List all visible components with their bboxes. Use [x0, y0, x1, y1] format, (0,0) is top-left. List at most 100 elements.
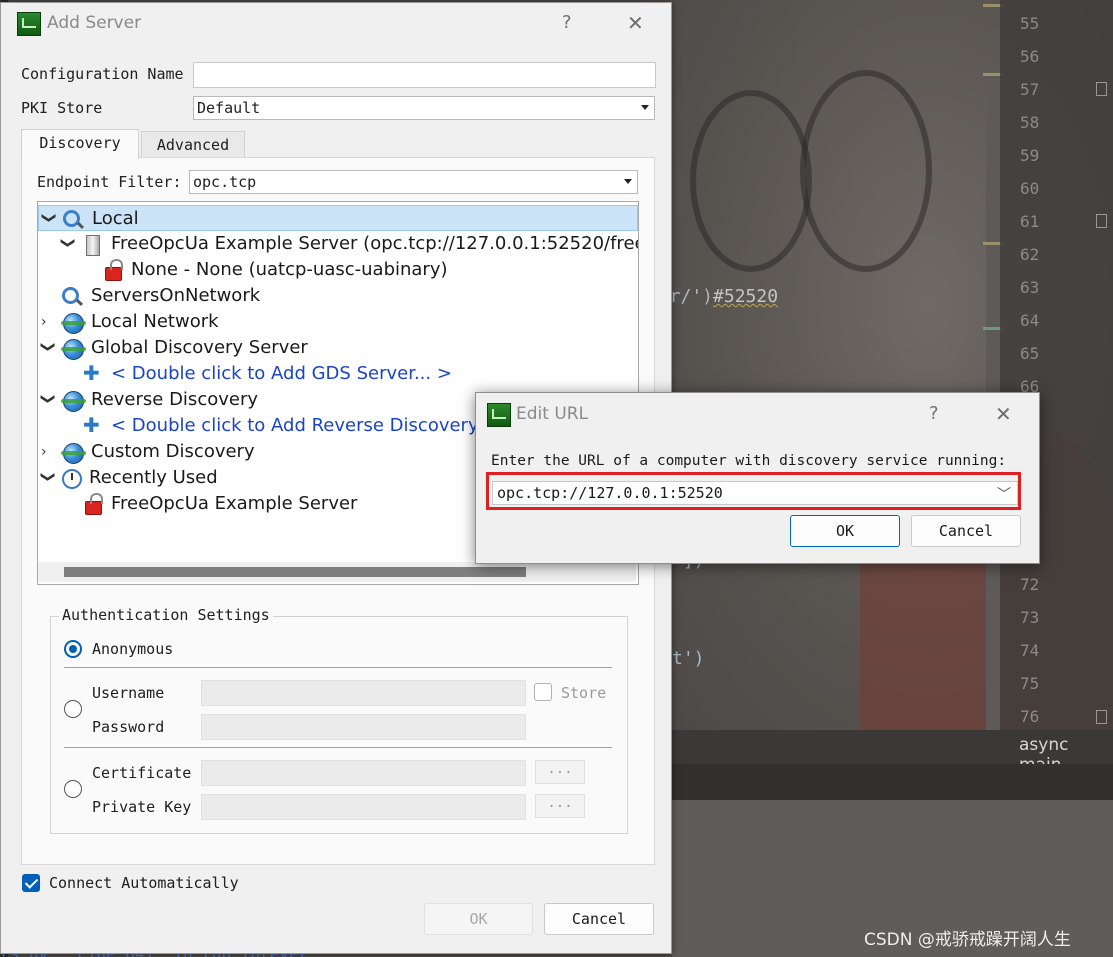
chevron-right-icon[interactable]: › — [41, 309, 55, 335]
connect-auto-checkbox[interactable] — [22, 874, 40, 892]
tab-advanced[interactable]: Advanced — [141, 131, 245, 157]
endpoint-filter-label: Endpoint Filter: — [37, 173, 182, 191]
ok-button[interactable]: OK — [424, 903, 533, 935]
title-bar[interactable]: Edit URL ? ✕ — [476, 393, 1039, 437]
certificate-browse-button[interactable]: ... — [535, 760, 585, 784]
tree-item-label: Recently Used — [89, 467, 218, 488]
watermark: CSDN @戒骄戒躁开阔人生 — [864, 930, 1071, 950]
tree-item-servers-on-network[interactable]: ServersOnNetwork — [38, 283, 638, 309]
private-key-input[interactable] — [201, 794, 526, 820]
line-number: 65 — [1020, 344, 1040, 363]
server-icon — [86, 235, 100, 256]
cancel-button[interactable]: Cancel — [544, 903, 654, 935]
fold-marker-icon[interactable] — [1096, 82, 1107, 96]
tree-item-gds[interactable]: ❯ Global Discovery Server — [38, 335, 638, 361]
app-icon — [487, 403, 511, 427]
wallpaper-shape — [690, 90, 812, 272]
tree-horizontal-scrollbar[interactable] — [38, 562, 636, 582]
anonymous-radio[interactable] — [64, 640, 82, 658]
line-number: 56 — [1020, 47, 1040, 66]
tree-item-local[interactable]: ❯ Local — [38, 205, 638, 231]
tree-item-label: Reverse Discovery — [91, 389, 259, 410]
chevron-right-icon[interactable]: › — [41, 439, 55, 465]
endpoint-filter-select[interactable]: opc.tcp — [189, 170, 638, 194]
clock-icon — [62, 469, 82, 489]
anonymous-label: Anonymous — [92, 640, 174, 658]
globe-icon — [61, 339, 86, 360]
pki-store-select[interactable]: Default — [193, 96, 655, 120]
cancel-button[interactable]: Cancel — [911, 515, 1021, 547]
connect-auto-label: Connect Automatically — [49, 874, 239, 892]
line-number: 74 — [1020, 641, 1040, 660]
password-label: Password — [92, 718, 165, 736]
tree-item-label: FreeOpcUa Example Server (opc.tcp://127.… — [111, 233, 639, 254]
chevron-down-icon[interactable]: ❯ — [38, 341, 61, 355]
username-input[interactable] — [201, 680, 526, 706]
tree-item-add-gds[interactable]: ✚ < Double click to Add GDS Server... > — [38, 361, 638, 387]
line-number: 61 — [1020, 212, 1040, 231]
ok-button[interactable]: OK — [790, 515, 900, 547]
plus-icon: ✚ — [83, 361, 100, 385]
tree-item-label: Local Network — [91, 311, 219, 332]
tree-item-endpoint[interactable]: None - None (uatcp-uasc-uabinary) — [38, 257, 638, 283]
divider — [64, 747, 612, 748]
pki-store-label: PKI Store — [21, 99, 103, 117]
chevron-down-icon[interactable]: ❯ — [38, 393, 61, 407]
tree-item-label: Global Discovery Server — [91, 337, 308, 358]
line-number: 57 — [1020, 80, 1040, 99]
dialog-title: Add Server — [47, 13, 142, 33]
config-name-label: Configuration Name — [21, 65, 184, 83]
highlight-annotation — [486, 472, 1021, 510]
line-number: 55 — [1020, 14, 1040, 33]
search-icon — [62, 287, 79, 304]
line-number: 76 — [1020, 707, 1040, 726]
tree-item-label: ServersOnNetwork — [91, 285, 261, 306]
line-number: 63 — [1020, 278, 1040, 297]
title-bar[interactable]: Add Server ? ✕ — [1, 3, 671, 47]
line-number: 72 — [1020, 575, 1040, 594]
tree-item-server[interactable]: ❯ FreeOpcUa Example Server (opc.tcp://12… — [38, 231, 638, 257]
dropdown-arrow-icon — [624, 179, 632, 184]
certificate-label: Certificate — [92, 764, 192, 782]
store-label: Store — [561, 684, 607, 702]
auth-settings-title: Authentication Settings — [59, 606, 273, 624]
code-line: t') — [672, 648, 705, 669]
chevron-down-icon[interactable]: ❯ — [38, 471, 61, 485]
unlocked-icon — [85, 493, 103, 515]
certificate-radio[interactable] — [64, 780, 82, 798]
plus-icon: ✚ — [83, 413, 100, 437]
fold-marker-icon[interactable] — [1096, 214, 1107, 228]
help-button[interactable]: ? — [562, 12, 572, 33]
tree-item-label: Local — [92, 208, 139, 229]
tree-item-label: FreeOpcUa Example Server — [111, 493, 358, 514]
certificate-input[interactable] — [201, 760, 526, 786]
scrollbar-thumb[interactable] — [64, 567, 526, 577]
chevron-down-icon[interactable]: ❯ — [55, 237, 81, 251]
tree-item-label: < Double click to Add GDS Server... > — [111, 363, 452, 384]
line-number: 58 — [1020, 113, 1040, 132]
wallpaper-shape — [800, 70, 932, 272]
line-number: 59 — [1020, 146, 1040, 165]
globe-icon — [61, 443, 86, 464]
globe-icon — [61, 391, 86, 412]
help-button[interactable]: ? — [929, 403, 939, 424]
endpoint-filter-value: opc.tcp — [193, 173, 257, 191]
line-number: 64 — [1020, 311, 1040, 330]
config-name-input[interactable] — [193, 62, 656, 88]
globe-icon — [61, 313, 86, 334]
password-input[interactable] — [201, 714, 526, 740]
pki-store-value: Default — [197, 99, 261, 117]
dialog-title: Edit URL — [516, 404, 589, 424]
username-radio[interactable] — [64, 700, 82, 718]
tab-discovery[interactable]: Discovery — [21, 129, 139, 159]
close-button[interactable]: ✕ — [995, 402, 1012, 426]
private-key-label: Private Key — [92, 798, 192, 816]
chevron-down-icon[interactable]: ❯ — [38, 212, 62, 226]
close-button[interactable]: ✕ — [627, 11, 644, 35]
tree-item-label: None - None (uatcp-uasc-uabinary) — [131, 259, 448, 280]
unlocked-icon — [105, 259, 123, 281]
tree-item-local-network[interactable]: › Local Network — [38, 309, 638, 335]
store-checkbox[interactable] — [534, 683, 552, 701]
fold-marker-icon[interactable] — [1096, 710, 1107, 724]
private-key-browse-button[interactable]: ... — [535, 794, 585, 818]
